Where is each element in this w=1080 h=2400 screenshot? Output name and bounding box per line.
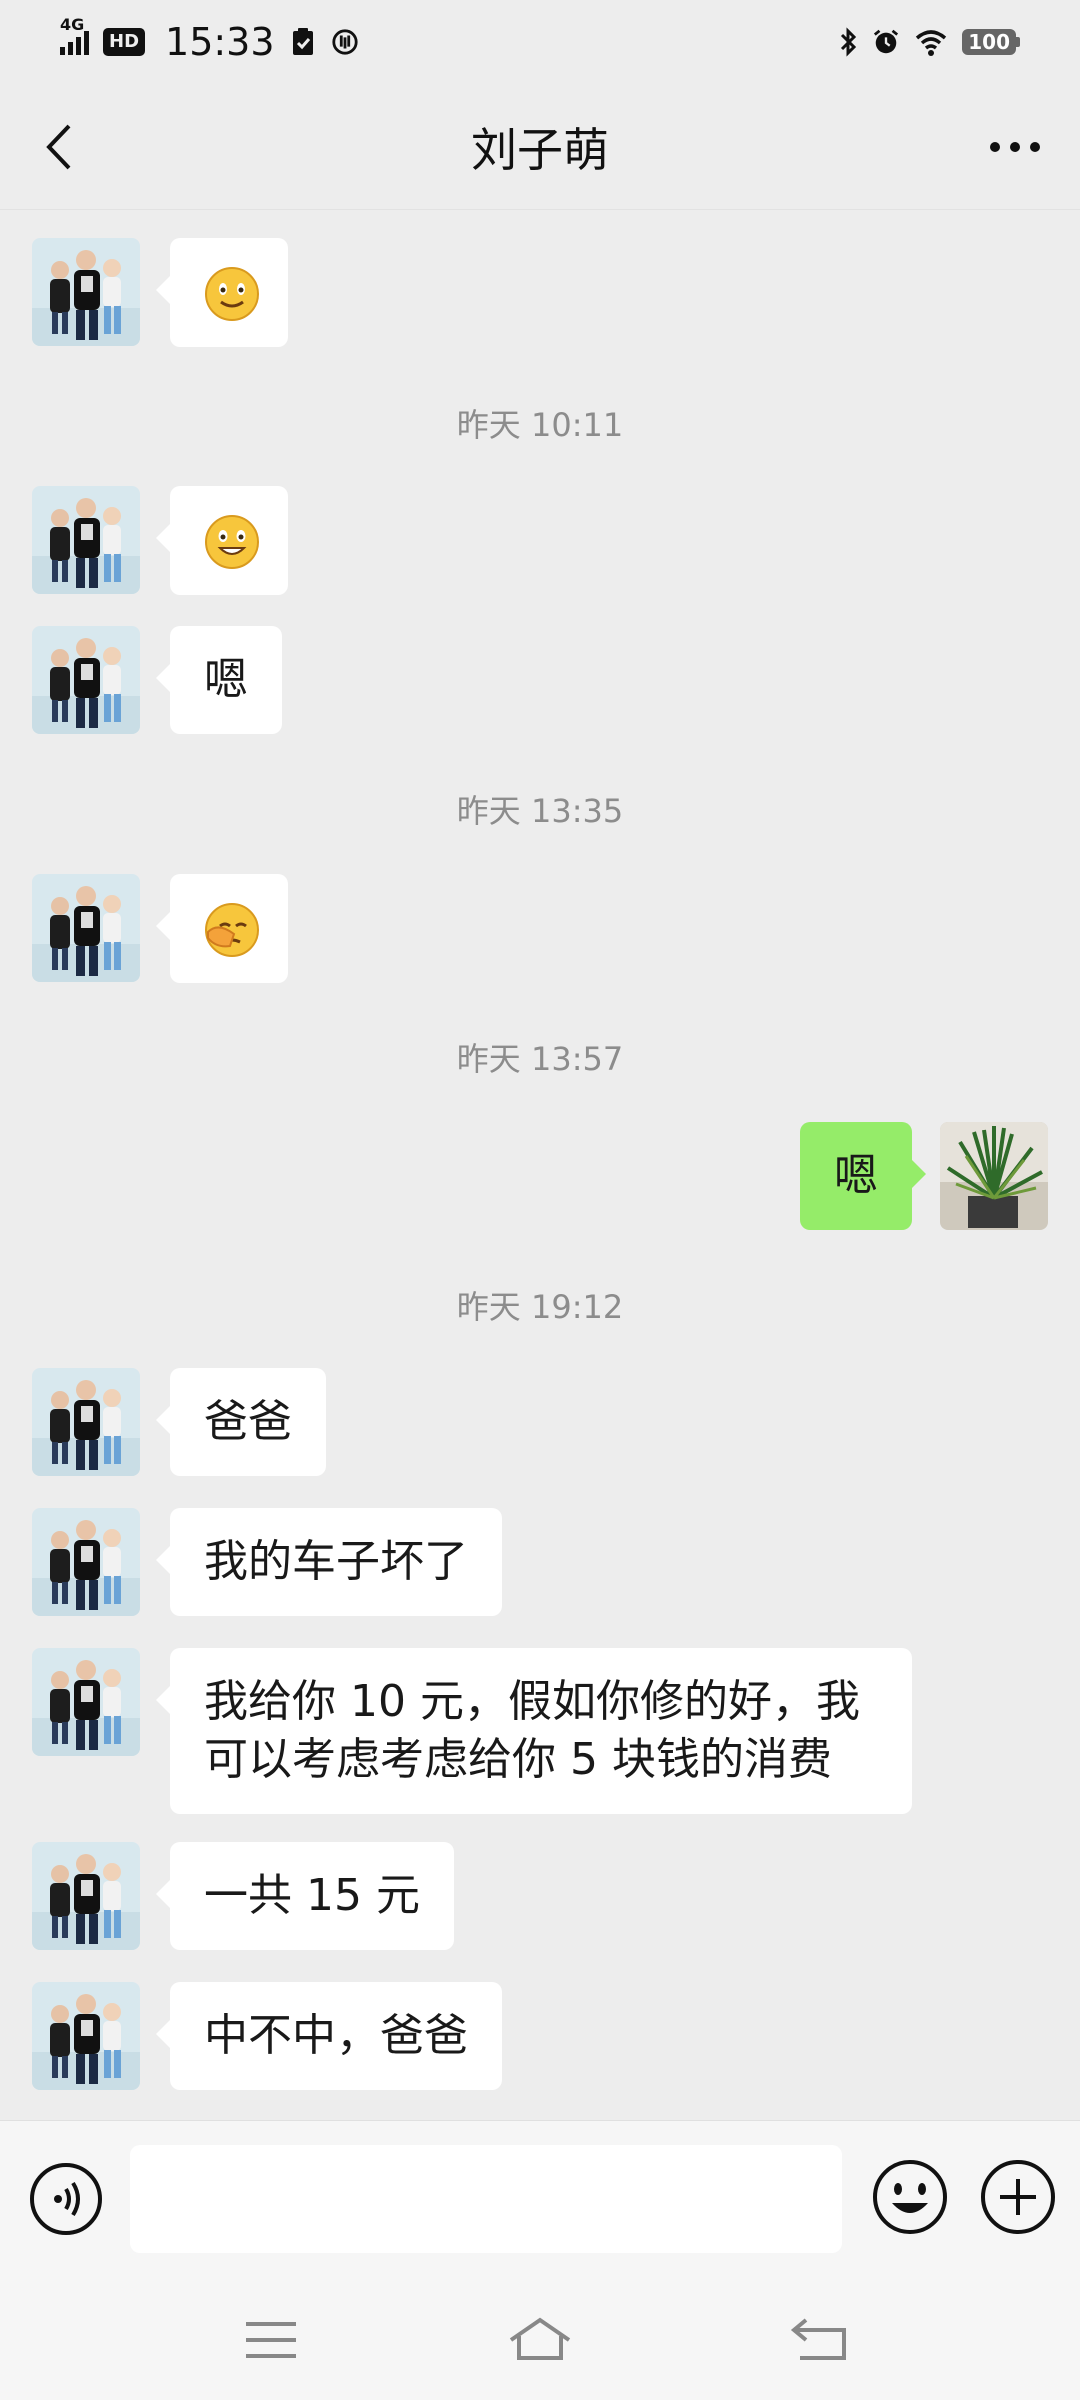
menu-icon[interactable] [236,2310,306,2370]
contact-avatar[interactable] [32,486,140,594]
message-input[interactable] [130,2145,842,2253]
chat-message-list[interactable]: 昨天 10:11 嗯 昨天 13:35 昨天 13:57 嗯 昨天 19:12 … [0,210,1080,2120]
back-nav-icon[interactable] [786,2310,856,2370]
more-options-button[interactable] [980,114,1050,180]
contact-avatar[interactable] [32,1648,140,1756]
app-status-icon [331,29,358,55]
message-bubble[interactable]: 爸爸 [156,1368,326,1476]
hd-icon: HD [103,28,146,56]
emoji-picker-icon[interactable] [870,2157,950,2237]
grin-emoji-icon [204,514,260,570]
my-avatar[interactable] [940,1122,1048,1230]
signal-icon: 4G [60,15,89,55]
status-right: 100 [838,27,1020,57]
contact-avatar[interactable] [32,626,140,734]
network-type: 4G [60,15,85,34]
timestamp: 昨天 13:57 [456,1040,624,1078]
message-bubble[interactable]: 中不中，爸爸 [156,1982,502,2090]
bluetooth-icon [841,27,857,57]
more-dots-icon [990,142,1040,152]
contact-avatar[interactable] [32,1842,140,1950]
message-bubble[interactable]: 我的车子坏了 [156,1508,502,1616]
message-bubble[interactable] [156,874,288,983]
chat-header: 刘子萌 [0,84,1080,210]
battery-icon: 100 [962,29,1020,55]
chevron-left-icon [46,124,71,170]
facepalm-emoji-icon [204,902,260,958]
input-bar [0,2120,1080,2280]
chat-title: 刘子萌 [471,122,609,177]
message-bubble[interactable]: 嗯 [156,626,282,734]
wifi-icon [916,30,947,56]
voice-input-icon[interactable] [28,2161,104,2237]
message-bubble[interactable]: 一共 15 元 [156,1842,454,1950]
message-bubble[interactable] [156,238,288,347]
status-time: 15:33 [165,20,275,64]
home-icon[interactable] [505,2310,575,2370]
message-bubble[interactable]: 我给你 10 元，假如你修的好，我可以考虑考虑给你 5 块钱的消费 [156,1648,912,1814]
timestamp: 昨天 13:35 [456,792,624,830]
alarm-icon [874,29,899,54]
contact-avatar[interactable] [32,1982,140,2090]
contact-avatar[interactable] [32,874,140,982]
timestamp: 昨天 10:11 [456,406,624,444]
status-left: 4G HD 15:33 [60,15,359,64]
smile-emoji-icon [204,266,260,322]
contact-avatar[interactable] [32,238,140,346]
timestamp: 昨天 19:12 [456,1288,624,1326]
clipboard-check-icon [292,28,313,55]
battery-level: 100 [962,29,1016,55]
contact-avatar[interactable] [32,1368,140,1476]
message-bubble-outgoing[interactable]: 嗯 [800,1122,926,1230]
system-nav-bar [0,2280,1080,2400]
contact-avatar[interactable] [32,1508,140,1616]
back-button[interactable] [28,114,88,180]
message-bubble[interactable] [156,486,288,595]
status-bar: 4G HD 15:33 100 [0,0,1080,84]
plus-more-icon[interactable] [978,2157,1058,2237]
